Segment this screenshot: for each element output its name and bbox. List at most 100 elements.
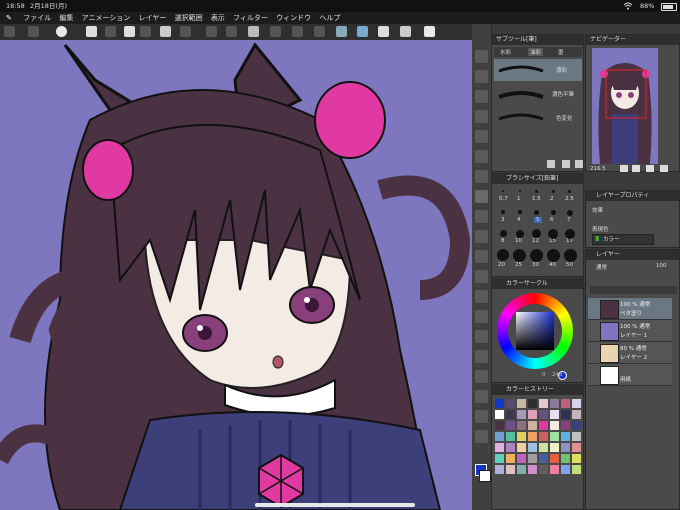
navigator-thumbnail[interactable] — [592, 48, 658, 164]
flip-icon[interactable] — [660, 165, 668, 172]
color-history-swatch[interactable] — [506, 399, 515, 408]
color-history-swatch[interactable] — [572, 443, 581, 452]
preset-flat-brush[interactable]: 濃色平筆 — [494, 83, 582, 105]
color-history-swatch[interactable] — [550, 421, 559, 430]
sub-color-swatch[interactable] — [479, 470, 491, 482]
tab-oil[interactable]: 油彩 — [528, 48, 544, 56]
color-history-swatch[interactable] — [528, 454, 537, 463]
help-icon[interactable] — [424, 26, 435, 37]
brush-size-8[interactable]: 6 — [550, 217, 554, 223]
open-icon[interactable] — [105, 26, 116, 37]
color-history-swatch[interactable] — [550, 443, 559, 452]
ruler-tool-icon[interactable] — [475, 370, 488, 383]
color-history-swatch[interactable] — [517, 432, 526, 441]
pen-tool-icon[interactable] — [475, 150, 488, 163]
document-icon[interactable] — [86, 26, 97, 37]
color-history-swatch[interactable] — [517, 454, 526, 463]
gradient-tool-icon[interactable] — [475, 310, 488, 323]
fill-tool-icon[interactable] — [475, 290, 488, 303]
layer-fill-icon[interactable] — [378, 26, 389, 37]
color-history-swatch[interactable] — [561, 410, 570, 419]
zoom-out-icon[interactable] — [620, 165, 628, 172]
tab-watercolor[interactable]: 水彩 — [500, 48, 511, 56]
brush-size-5[interactable]: 3 — [501, 217, 505, 223]
color-history-swatch[interactable] — [550, 399, 559, 408]
brush-size-0[interactable]: 0.7 — [499, 196, 508, 202]
move-tool-icon[interactable] — [475, 70, 488, 83]
color-history-swatch[interactable] — [495, 421, 504, 430]
color-history-swatch[interactable] — [550, 410, 559, 419]
crop-icon[interactable] — [292, 26, 303, 37]
color-history-swatch[interactable] — [495, 454, 504, 463]
menu-layer[interactable]: レイヤー — [136, 12, 170, 24]
color-history-swatch[interactable] — [517, 465, 526, 474]
fit-icon[interactable] — [646, 165, 654, 172]
color-history-swatch[interactable] — [495, 443, 504, 452]
correct-line-tool-icon[interactable] — [475, 430, 488, 443]
brush-size-3[interactable]: 2 — [550, 196, 554, 202]
color-history-swatch[interactable] — [561, 465, 570, 474]
app-logo-icon[interactable]: ✎ — [0, 12, 18, 24]
color-history-swatch[interactable] — [572, 410, 581, 419]
brush-size-15[interactable]: 20 — [498, 262, 505, 268]
brush-tool-icon[interactable] — [475, 190, 488, 203]
brush-size-4[interactable]: 2.5 — [565, 196, 574, 202]
new-file-icon[interactable] — [28, 26, 39, 37]
undo-icon[interactable] — [160, 26, 171, 37]
color-history-swatch[interactable] — [550, 432, 559, 441]
blend-mode[interactable]: 通常 — [596, 263, 607, 271]
text-tool-icon[interactable] — [475, 390, 488, 403]
expression-color-select[interactable]: カラー — [592, 234, 654, 245]
color-history-swatch[interactable] — [506, 410, 515, 419]
clear-icon[interactable] — [270, 26, 281, 37]
color-history-swatch[interactable] — [506, 443, 515, 452]
saturation-square[interactable] — [516, 312, 554, 350]
ruler-icon[interactable] — [357, 26, 368, 37]
redo-icon[interactable] — [180, 26, 191, 37]
brush-size-12[interactable]: 12 — [532, 238, 539, 244]
color-history-swatch[interactable] — [561, 432, 570, 441]
layer-row[interactable]: 80 % 通常 レイヤー 2 — [588, 342, 672, 364]
brush-size-10[interactable]: 8 — [501, 238, 505, 244]
brush-size-6[interactable]: 4 — [517, 217, 521, 223]
drawing-canvas[interactable] — [0, 40, 472, 510]
navigator-zoom[interactable]: 216.5 — [590, 166, 606, 172]
color-history-swatch[interactable] — [506, 421, 515, 430]
tab-ink[interactable]: 墨 — [558, 48, 564, 56]
zoom-in-icon[interactable] — [632, 165, 640, 172]
brush-size-16[interactable]: 25 — [515, 262, 522, 268]
blend-tool-icon[interactable] — [475, 270, 488, 283]
brush-size-1[interactable]: 1 — [517, 196, 521, 202]
color-history-swatch[interactable] — [539, 465, 548, 474]
eraser-tool-icon[interactable] — [475, 250, 488, 263]
layer-row[interactable]: 100 % 通常 ベタ塗り — [588, 298, 672, 320]
color-history-swatch[interactable] — [561, 443, 570, 452]
menu-view[interactable]: 表示 — [208, 12, 228, 24]
color-history-swatch[interactable] — [495, 465, 504, 474]
color-history-swatch[interactable] — [550, 465, 559, 474]
brush-size-18[interactable]: 40 — [549, 262, 556, 268]
delete-subtool-icon[interactable] — [575, 160, 583, 168]
menu-help[interactable]: ヘルプ — [316, 12, 343, 24]
select-tool-icon[interactable] — [475, 90, 488, 103]
save-icon[interactable] — [124, 26, 135, 37]
brush-size-7[interactable]: 5 — [534, 217, 542, 223]
decoration-tool-icon[interactable] — [475, 230, 488, 243]
color-history-swatch[interactable] — [528, 432, 537, 441]
transform-icon[interactable] — [206, 26, 217, 37]
color-history-swatch[interactable] — [528, 443, 537, 452]
menu-file[interactable]: ファイル — [20, 12, 54, 24]
color-history-swatch[interactable] — [495, 432, 504, 441]
preset-thick-paint[interactable]: 濃彩 — [494, 59, 582, 81]
preset-color-change[interactable]: 色変化 — [494, 107, 582, 129]
add-subtool-icon[interactable] — [562, 160, 570, 168]
eye-icon[interactable] — [56, 26, 67, 37]
color-history-swatch[interactable] — [517, 421, 526, 430]
color-history-swatch[interactable] — [517, 410, 526, 419]
brush-size-9[interactable]: 7 — [567, 217, 571, 223]
balloon-tool-icon[interactable] — [475, 410, 488, 423]
color-history-swatch[interactable] — [561, 454, 570, 463]
airbrush-tool-icon[interactable] — [475, 210, 488, 223]
color-history-swatch[interactable] — [495, 410, 504, 419]
menu-window[interactable]: ウィンドウ — [273, 12, 314, 24]
